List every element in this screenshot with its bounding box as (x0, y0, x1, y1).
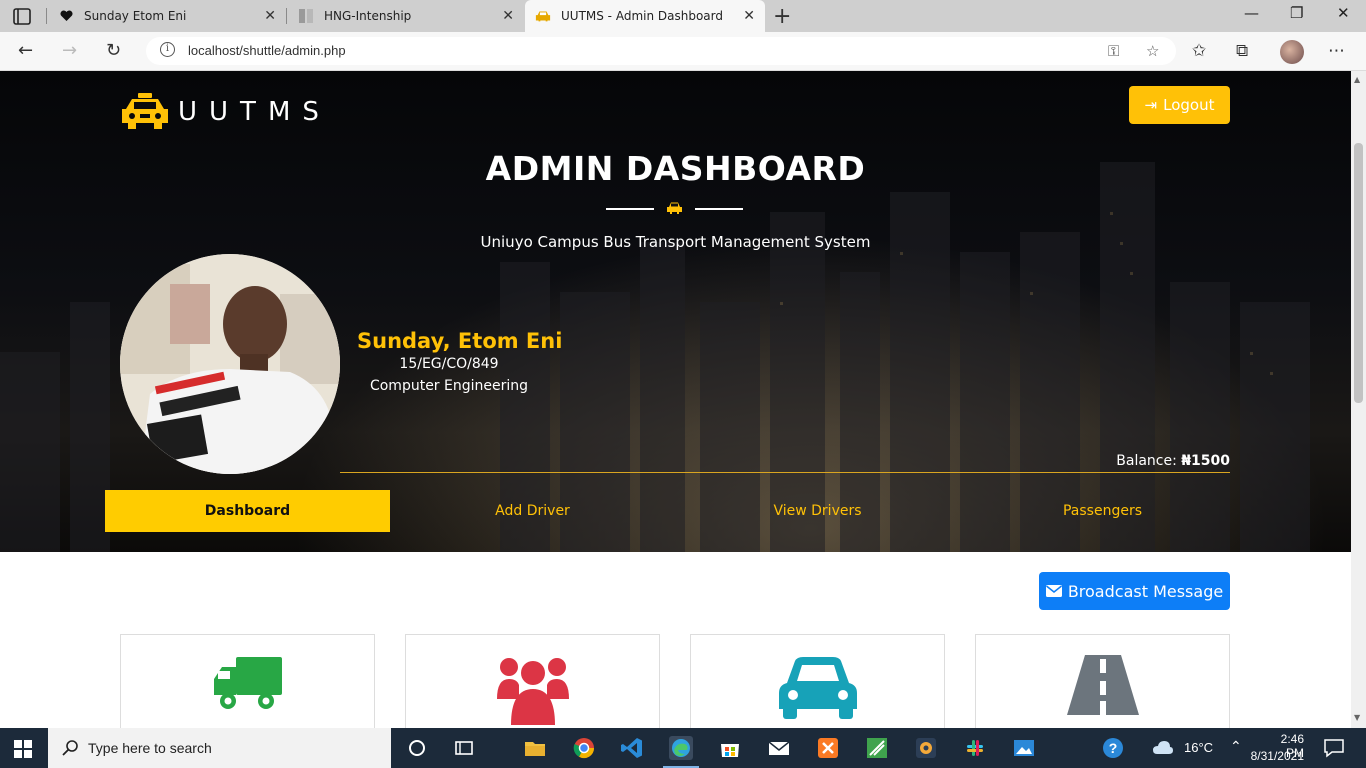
broadcast-message-button[interactable]: Broadcast Message (1039, 572, 1230, 610)
url-field[interactable]: i localhost/shuttle/admin.php ⚿ ☆ (146, 37, 1176, 65)
sign-out-icon: ⇥ (1144, 96, 1158, 114)
profile-divider-line (340, 472, 1230, 473)
file-explorer-icon[interactable] (523, 736, 547, 760)
close-window-icon[interactable]: ✕ (1337, 4, 1350, 22)
notifications-icon[interactable] (1322, 736, 1346, 760)
broadcast-label: Broadcast Message (1067, 581, 1224, 601)
browser-tab-strip: Sunday Etom Eni ✕ HNG-Intenship ✕ UUTMS … (0, 0, 1366, 32)
logo-text: UUTMS (178, 97, 331, 127)
store-icon[interactable] (718, 736, 742, 760)
taskbar-search[interactable]: Type here to search (48, 728, 391, 768)
xampp-icon[interactable] (816, 736, 840, 760)
add-favorite-icon[interactable]: ☆ (1146, 42, 1159, 60)
back-icon[interactable]: ← (18, 40, 33, 61)
tab-actions-icon[interactable] (12, 8, 36, 26)
favorites-icon[interactable]: ✩ (1192, 41, 1206, 61)
taxi-icon (535, 8, 551, 24)
user-id: 15/EG/CO/849 (399, 356, 499, 372)
cortana-icon[interactable] (405, 736, 429, 760)
page-subtitle: Uniuyo Campus Bus Transport Management S… (480, 233, 871, 251)
admin-nav: Dashboard Add Driver View Drivers Passen… (105, 490, 1245, 532)
envelope-icon (1045, 585, 1062, 597)
collections-icon[interactable]: ⧉ (1236, 41, 1248, 61)
users-icon (496, 658, 569, 725)
page-title: ADMIN DASHBOARD (485, 149, 866, 188)
user-name: Sunday, Etom Eni (357, 329, 563, 353)
tab-hng-internship[interactable]: HNG-Intenship ✕ (288, 0, 524, 32)
task-view-icon[interactable] (452, 736, 476, 760)
chrome-icon[interactable] (572, 736, 596, 760)
media-app-icon[interactable] (914, 736, 938, 760)
scroll-up-icon[interactable]: ▲ (1354, 75, 1360, 84)
gitkraken-icon[interactable] (865, 736, 889, 760)
tab-title: Sunday Etom Eni (84, 9, 187, 23)
balance-value: ₦1500 (1181, 453, 1230, 469)
svg-text:?: ? (1109, 740, 1118, 756)
key-icon[interactable]: ⚿ (1108, 42, 1119, 60)
search-icon (62, 740, 78, 756)
user-department: Computer Engineering (369, 378, 529, 394)
scroll-down-icon[interactable]: ▼ (1354, 713, 1360, 722)
photos-icon[interactable] (1012, 736, 1036, 760)
logout-label: Logout (1163, 96, 1215, 114)
slack-icon[interactable] (963, 736, 987, 760)
nav-passengers[interactable]: Passengers (960, 490, 1245, 532)
balance: Balance: ₦1500 (1116, 453, 1230, 469)
scroll-thumb[interactable] (1354, 143, 1363, 403)
title-divider (606, 201, 743, 217)
address-bar: ← → ↻ i localhost/shuttle/admin.php ⚿ ☆ … (0, 32, 1366, 71)
heart-icon (58, 8, 74, 24)
close-tab-icon[interactable]: ✕ (743, 8, 755, 24)
nav-view-drivers[interactable]: View Drivers (675, 490, 960, 532)
weather-cloud-icon[interactable] (1151, 736, 1175, 760)
chevron-up-icon[interactable]: ⌃ (1230, 738, 1242, 755)
restore-icon[interactable]: ❐ (1290, 4, 1303, 22)
page-scrollbar[interactable]: ▲ ▼ (1351, 71, 1366, 728)
tab-sunday-etom-eni[interactable]: Sunday Etom Eni ✕ (48, 0, 286, 32)
hero-header: UUTMS ⇥ Logout ADMIN DASHBOARD Uniuyo Ca… (0, 71, 1351, 552)
road-icon (1066, 655, 1139, 715)
car-icon (778, 657, 857, 719)
url-text: localhost/shuttle/admin.php (188, 43, 346, 58)
forward-icon[interactable]: → (62, 40, 77, 61)
edge-icon (672, 739, 690, 757)
tab-separator (286, 8, 287, 24)
vscode-icon[interactable] (620, 736, 644, 760)
tab-title: UUTMS - Admin Dashboard (561, 9, 723, 23)
nav-add-driver[interactable]: Add Driver (390, 490, 675, 532)
hng-icon (298, 8, 314, 24)
refresh-icon[interactable]: ↻ (106, 40, 121, 61)
nav-dashboard[interactable]: Dashboard (105, 490, 390, 532)
taskbar-search-placeholder: Type here to search (88, 740, 212, 756)
mail-icon[interactable] (767, 736, 791, 760)
close-tab-icon[interactable]: ✕ (264, 8, 276, 24)
tab-separator (46, 8, 47, 24)
close-tab-icon[interactable]: ✕ (502, 8, 514, 24)
profile-avatar[interactable] (1280, 40, 1304, 64)
windows-start-icon[interactable] (14, 740, 32, 758)
car-divider-icon (667, 202, 682, 214)
logout-button[interactable]: ⇥ Logout (1129, 86, 1230, 124)
weather-temperature[interactable]: 16°C (1184, 740, 1213, 755)
edge-app[interactable] (663, 736, 699, 768)
windows-taskbar: Type here to search ? 16°C ⌃ 2:46 PM 8/3… (0, 728, 1366, 768)
taxi-logo-icon (122, 93, 168, 129)
tab-uutms-admin-dashboard[interactable]: UUTMS - Admin Dashboard ✕ (525, 0, 765, 32)
profile-photo (120, 254, 340, 474)
site-info-icon[interactable]: i (160, 42, 175, 57)
truck-icon (213, 657, 282, 709)
tab-title: HNG-Intenship (324, 9, 412, 23)
balance-label: Balance: (1116, 453, 1177, 469)
help-icon[interactable]: ? (1101, 736, 1125, 760)
more-menu-icon[interactable]: ⋯ (1328, 41, 1345, 61)
logo[interactable]: UUTMS (120, 93, 331, 131)
minimize-icon[interactable]: — (1244, 4, 1259, 22)
new-tab-icon[interactable]: + (773, 4, 791, 29)
clock-date[interactable]: 8/31/2021 (1249, 749, 1304, 763)
